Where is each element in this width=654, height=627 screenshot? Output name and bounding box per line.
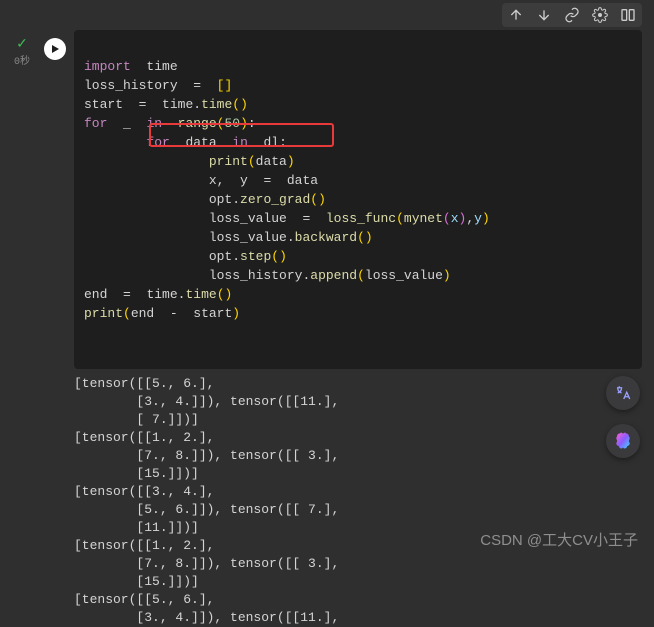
- output-section: [tensor([[5., 6.], [3., 4.]]), tensor([[…: [0, 375, 654, 627]
- gear-icon[interactable]: [592, 7, 608, 23]
- run-button[interactable]: [44, 38, 66, 60]
- arrow-up-icon[interactable]: [508, 7, 524, 23]
- code-cell: ✓ 0秒 import time loss_history = [] start…: [0, 0, 654, 369]
- arrow-down-icon[interactable]: [536, 7, 552, 23]
- mirror-icon[interactable]: [620, 7, 636, 23]
- run-column: [44, 30, 74, 369]
- check-icon: ✓: [0, 38, 44, 52]
- code-editor[interactable]: import time loss_history = [] start = ti…: [74, 30, 642, 369]
- cell-output: [tensor([[5., 6.], [3., 4.]]), tensor([[…: [74, 375, 642, 627]
- exec-time: 0秒: [0, 52, 44, 68]
- cell-toolbar: [502, 3, 642, 27]
- cell-gutter: ✓ 0秒: [0, 30, 44, 369]
- brain-float-button[interactable]: [606, 424, 640, 458]
- kw-import: import: [84, 59, 131, 74]
- link-icon[interactable]: [564, 7, 580, 23]
- translate-float-button[interactable]: [606, 376, 640, 410]
